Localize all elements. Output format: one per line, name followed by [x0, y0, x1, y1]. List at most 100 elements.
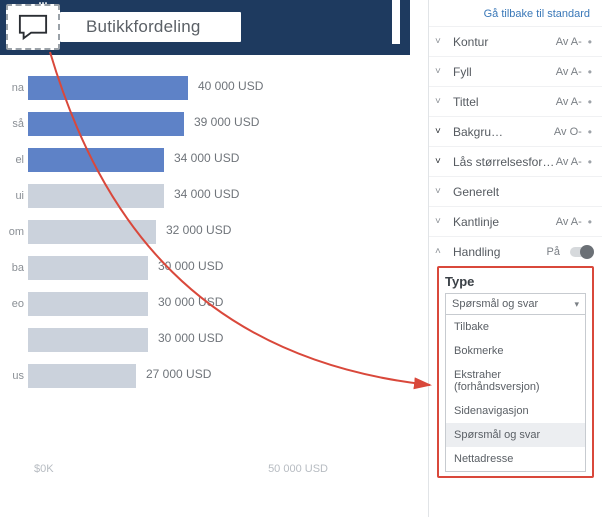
bar-value-label: 40 000 USD	[198, 79, 263, 93]
bar[interactable]	[28, 328, 148, 352]
type-option[interactable]: Bokmerke	[446, 339, 585, 363]
bar-wrap: 30 000 USD	[28, 256, 370, 280]
section-name: Generelt	[453, 185, 592, 199]
bar-category-label: så	[0, 118, 28, 130]
bar-wrap: 32 000 USD	[28, 220, 370, 244]
bar[interactable]	[28, 76, 188, 100]
chevron-down-icon: ˅	[435, 96, 449, 107]
section-name: Handling	[453, 245, 547, 259]
section-state: Av A-	[556, 216, 582, 228]
section-name: Bakgru…	[453, 125, 554, 139]
toggle-on[interactable]	[570, 247, 592, 257]
bar-row: el 34 000 USD	[0, 142, 370, 178]
state-dot-icon: •	[588, 155, 592, 169]
report-canvas: Butikkfordeling na 40 000 USD så 39 000 USD…	[0, 0, 410, 517]
section-state: Av O-	[554, 126, 582, 138]
visual-title-banner: Butikkfordeling	[60, 12, 241, 42]
section-name: Fyll	[453, 65, 556, 79]
type-option[interactable]: Sidenavigasjon	[446, 399, 585, 423]
bar-value-label: 30 000 USD	[158, 259, 223, 273]
chevron-down-icon: ˅	[435, 126, 449, 137]
state-dot-icon: •	[588, 35, 592, 49]
bar[interactable]	[28, 184, 164, 208]
bar-value-label: 32 000 USD	[166, 223, 231, 237]
chevron-down-icon: ˅	[435, 66, 449, 77]
type-option[interactable]: Tilbake	[446, 315, 585, 339]
format-panel: Gå tilbake til standard ˅KonturAv A-•˅Fy…	[428, 0, 602, 517]
bar-wrap: 30 000 USD	[28, 292, 370, 316]
format-section[interactable]: ˄ HandlingPå	[429, 236, 602, 266]
bar-category-label: om	[0, 226, 28, 238]
section-state: Av A-	[556, 156, 582, 168]
section-name: Kantlinje	[453, 215, 556, 229]
format-section[interactable]: ˅ TittelAv A- •	[429, 86, 602, 116]
format-section[interactable]: ˅Bakgru…Av O-•	[429, 116, 602, 146]
bar-wrap: 39 000 USD	[28, 112, 370, 136]
bar-value-label: 34 000 USD	[174, 187, 239, 201]
state-dot-icon: •	[588, 65, 592, 79]
scroll-slit	[392, 0, 400, 44]
format-section[interactable]: ˅ Lås størrelsesfor…Av A- •	[429, 146, 602, 176]
format-section[interactable]: ˅ Generelt	[429, 176, 602, 206]
section-name: Kontur	[453, 35, 556, 49]
bar-row: eo 30 000 USD	[0, 286, 370, 322]
bar-row: us 27 000 USD	[0, 358, 370, 394]
visual-title: Butikkfordeling	[86, 17, 201, 37]
chevron-down-icon: ˅	[435, 186, 449, 197]
bar[interactable]	[28, 364, 136, 388]
bar-category-label: ui	[0, 190, 28, 202]
bar[interactable]	[28, 148, 164, 172]
chevron-down-icon: ˅	[435, 156, 449, 167]
bar-value-label: 27 000 USD	[146, 367, 211, 381]
format-section[interactable]: ˅ KantlinjeAv A- •	[429, 206, 602, 236]
bar-wrap: 30 000 USD	[28, 328, 370, 352]
bar[interactable]	[28, 112, 184, 136]
action-type-box: Type Spørsmål og svar ▾ TilbakeBokmerkeE…	[437, 266, 594, 478]
type-option[interactable]: Ekstraher (forhåndsversjon)	[446, 363, 585, 399]
type-option[interactable]: Spørsmål og svar	[446, 423, 585, 447]
bar-category-label: us	[0, 370, 28, 382]
bar-value-label: 34 000 USD	[174, 151, 239, 165]
qna-icon-frame[interactable]	[6, 4, 60, 50]
bar-category-label: ba	[0, 262, 28, 274]
section-state: Av A-	[556, 36, 582, 48]
bar-value-label: 30 000 USD	[158, 331, 223, 345]
bar-row: om 32 000 USD	[0, 214, 370, 250]
bar-row: så 39 000 USD	[0, 106, 370, 142]
format-section[interactable]: ˅ KonturAv A- •	[429, 26, 602, 56]
x-axis: $0K 50 000 USD	[28, 463, 368, 475]
chevron-down-icon: ˅	[435, 36, 449, 47]
bar-category-label: na	[0, 82, 28, 94]
section-state: Av A-	[556, 66, 582, 78]
type-dropdown-menu: TilbakeBokmerkeEkstraher (forhåndsversjo…	[445, 315, 586, 472]
bar-wrap: 34 000 USD	[28, 148, 370, 172]
bar-row: 30 000 USD	[0, 322, 370, 358]
bar-wrap: 27 000 USD	[28, 364, 370, 388]
bar[interactable]	[28, 256, 148, 280]
type-option[interactable]: Nettadresse	[446, 447, 585, 471]
bar-chart: na 40 000 USD så 39 000 USD el 34 000 USD ui 34…	[0, 70, 370, 394]
bar[interactable]	[28, 292, 148, 316]
chevron-down-icon: ˅	[435, 216, 449, 227]
bar-category-label: eo	[0, 298, 28, 310]
format-section[interactable]: ˅ FyllAv A- •	[429, 56, 602, 86]
bar-wrap: 40 000 USD	[28, 76, 370, 100]
bar-row: ba 30 000 USD	[0, 250, 370, 286]
state-dot-icon: •	[588, 215, 592, 229]
type-header: Type	[445, 274, 586, 289]
bar-value-label: 39 000 USD	[194, 115, 259, 129]
bar-value-label: 30 000 USD	[158, 295, 223, 309]
reset-to-default-link[interactable]: Gå tilbake til standard	[429, 0, 602, 26]
state-dot-icon: •	[588, 95, 592, 109]
bar-wrap: 34 000 USD	[28, 184, 370, 208]
bar-category-label: el	[0, 154, 28, 166]
section-state: Av A-	[556, 96, 582, 108]
section-name: Lås størrelsesfor…	[453, 155, 556, 169]
type-select[interactable]: Spørsmål og svar ▾	[445, 293, 586, 315]
bar[interactable]	[28, 220, 156, 244]
section-name: Tittel	[453, 95, 556, 109]
chevron-down-icon: ▾	[574, 299, 579, 310]
axis-tick-min: $0K	[34, 463, 54, 475]
section-state: På	[547, 246, 560, 258]
chevron-up-icon: ˄	[435, 246, 449, 257]
